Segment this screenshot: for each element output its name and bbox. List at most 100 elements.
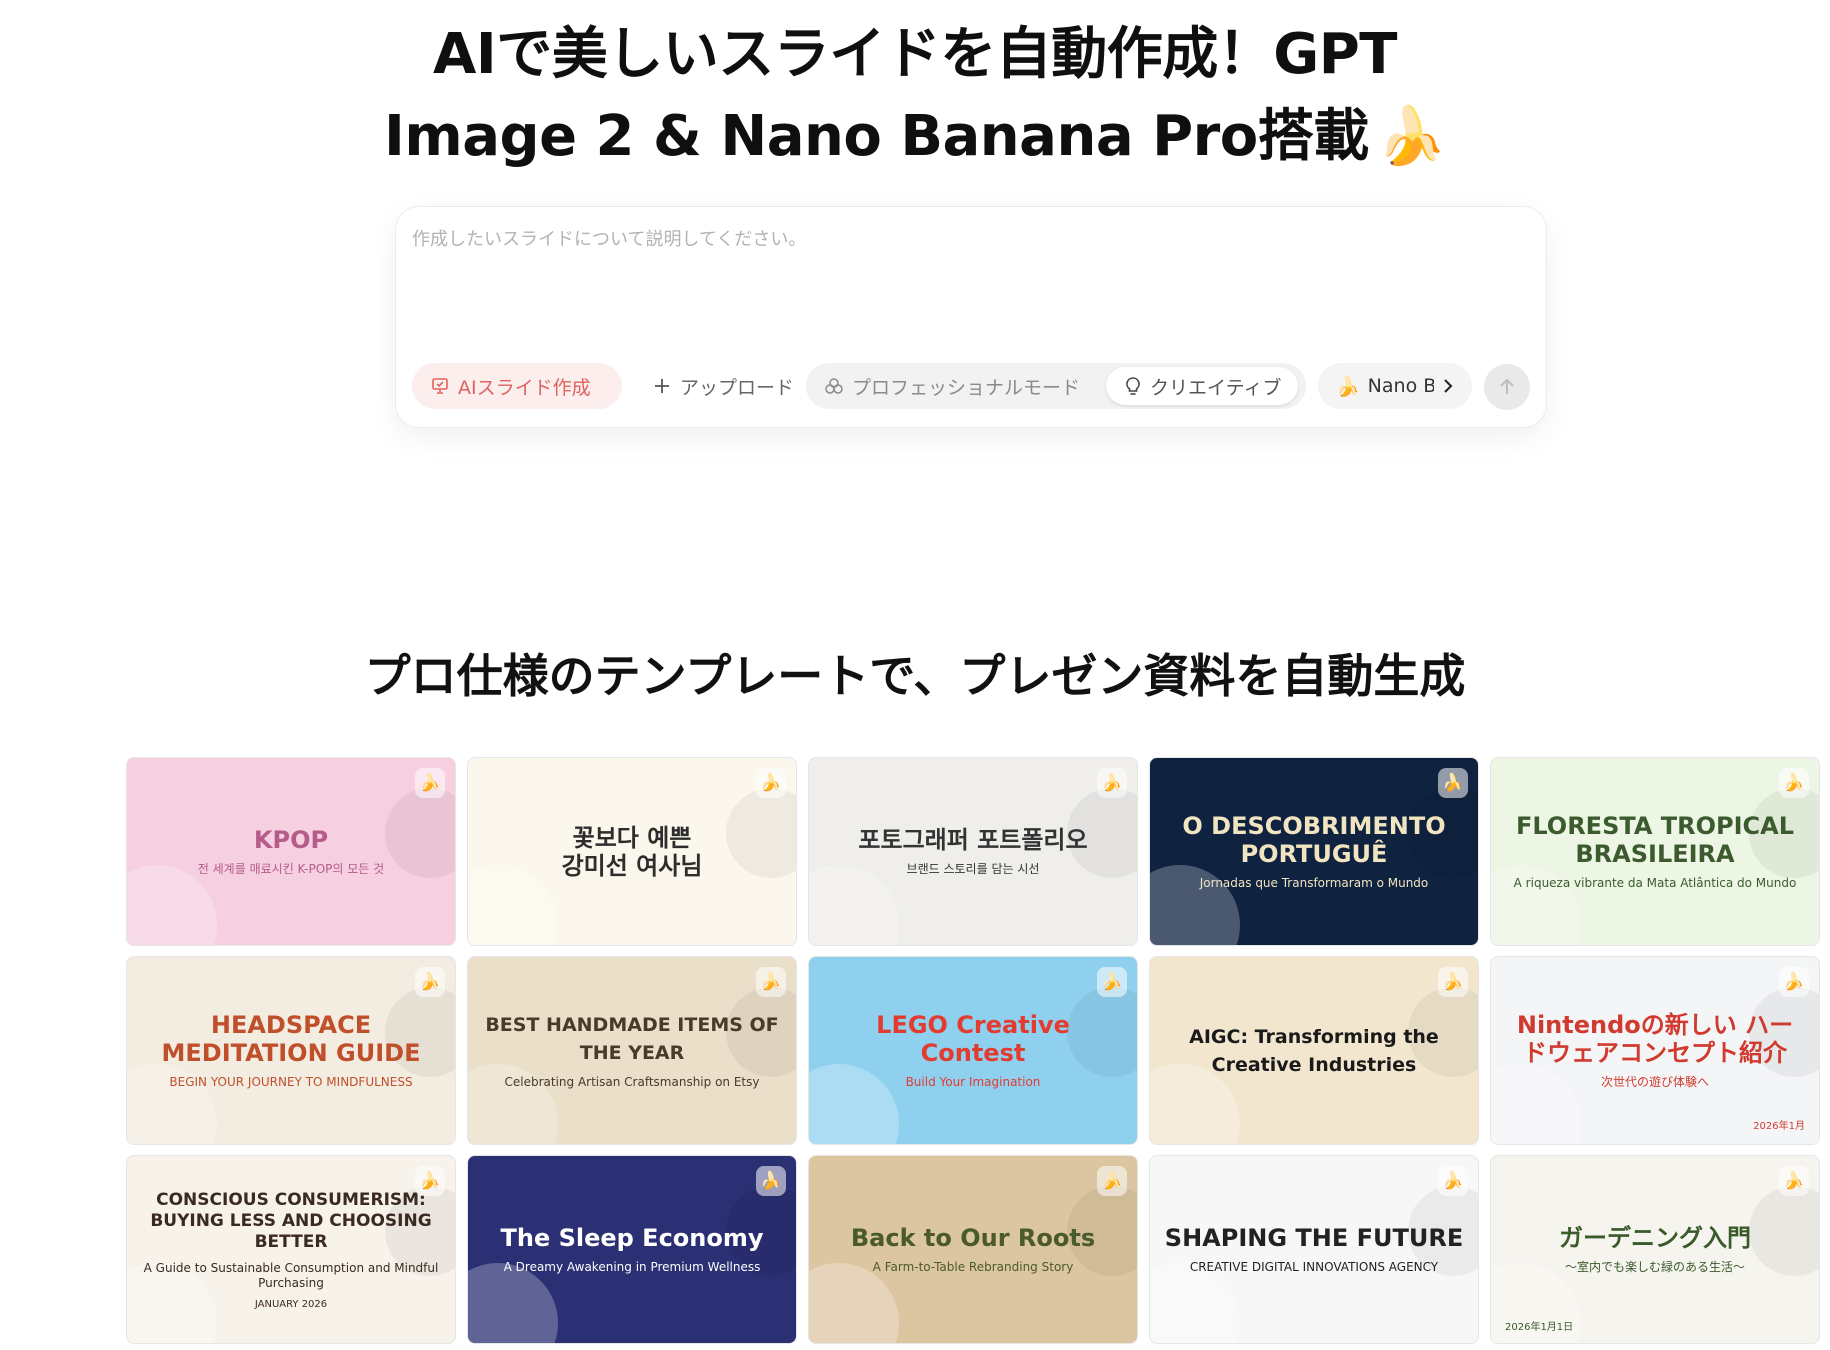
banana-badge-icon: 🍌 (415, 768, 445, 798)
plus-icon (652, 376, 672, 396)
template-card-subtitle: 전 세계를 매료시킨 K-POP의 모든 것 (197, 862, 385, 876)
template-card-subtitle: 브랜드 스토리를 담는 시선 (906, 862, 1040, 876)
prompt-toolbar: AIスライド作成 アップロード プロフェッショナルモード クリエイティブ 🍌 N… (412, 363, 1532, 411)
template-card-title: The Sleep Economy (500, 1224, 764, 1252)
template-card-title: O DESCOBRIMENTO PORTUGUÊ (1182, 812, 1446, 868)
professional-mode-option[interactable]: プロフェッショナルモード (806, 363, 1106, 409)
template-card[interactable]: KPOP 전 세계를 매료시킨 K-POP의 모든 것 🍌 (126, 757, 456, 946)
template-card[interactable]: SHAPING THE FUTURE CREATIVE DIGITAL INNOV… (1149, 1155, 1479, 1344)
template-card[interactable]: LEGO Creative Contest Build Your Imaginat… (808, 956, 1138, 1145)
template-card[interactable]: FLORESTA TROPICAL BRASILEIRA A riqueza vi… (1490, 757, 1820, 946)
banana-badge-icon: 🍌 (1097, 1166, 1127, 1196)
banana-badge-icon: 🍌 (756, 1166, 786, 1196)
template-card-title: AIGC: Transforming the Creative Industri… (1189, 1025, 1439, 1076)
sparkle-cluster-icon (824, 376, 844, 396)
model-banana-icon: 🍌 (1336, 375, 1360, 398)
prompt-input[interactable] (412, 225, 1522, 335)
template-card[interactable]: ガーデニング入門〜室内でも楽しむ緑のある生活〜 2026年1月1日 🍌 (1490, 1155, 1820, 1344)
template-card-subtitle: A Dreamy Awakening in Premium Wellness (503, 1260, 761, 1274)
template-card-title: SHAPING THE FUTURE (1164, 1224, 1464, 1252)
upload-button[interactable]: アップロード (634, 363, 794, 409)
prompt-card: AIスライド作成 アップロード プロフェッショナルモード (395, 206, 1547, 428)
template-card-title: Nintendoの新しい ハードウェアコンセプト紹介 (1516, 1011, 1794, 1067)
banana-badge-icon: 🍌 (1779, 967, 1809, 997)
banana-icon: 🍌 (1376, 104, 1447, 169)
creative-mode-label: クリエイティブ (1150, 376, 1282, 399)
mode-toggle: プロフェッショナルモード クリエイティブ (806, 363, 1306, 409)
card-decoration (127, 865, 217, 945)
card-decoration (809, 865, 899, 945)
model-selector[interactable]: 🍌 Nano Banana Pro (1318, 363, 1472, 409)
card-decoration (809, 1064, 899, 1144)
template-card-title: ガーデニング入門 (1559, 1224, 1751, 1252)
template-card-date: JANUARY 2026 (254, 1298, 328, 1310)
banana-badge-icon: 🍌 (1097, 967, 1127, 997)
template-card[interactable]: AIGC: Transforming the Creative Industri… (1149, 956, 1479, 1145)
ai-slide-create-button[interactable]: AIスライド作成 (412, 363, 622, 409)
card-decoration (726, 788, 796, 878)
template-card[interactable]: Back to Our Roots A Farm-to-Table Rebrand… (808, 1155, 1138, 1344)
template-card-title: Back to Our Roots (850, 1224, 1096, 1252)
lightbulb-icon (1124, 376, 1142, 396)
creative-mode-option[interactable]: クリエイティブ (1106, 367, 1298, 405)
banana-badge-icon: 🍌 (756, 967, 786, 997)
card-decoration (385, 788, 455, 878)
template-card-title: BEST HANDMADE ITEMS OF THE YEAR (485, 1014, 779, 1064)
card-decoration (809, 1263, 899, 1343)
template-card-title: 포토그래퍼 포트폴리오 (858, 826, 1088, 854)
banana-badge-icon: 🍌 (756, 768, 786, 798)
template-card-title: CONSCIOUS CONSUMERISM: BUYING LESS AND C… (150, 1189, 432, 1252)
arrow-up-icon (1498, 377, 1516, 397)
template-card-date: 2026年1月1日 (1505, 1322, 1574, 1333)
template-card-subtitle: 〜室内でも楽しむ緑のある生活〜 (1564, 1260, 1745, 1274)
template-card[interactable]: The Sleep Economy A Dreamy Awakening in P… (467, 1155, 797, 1344)
banana-badge-icon: 🍌 (415, 1166, 445, 1196)
ai-slide-create-label: AIスライド作成 (458, 376, 591, 399)
template-card-subtitle: A Farm-to-Table Rebranding Story (872, 1260, 1074, 1274)
template-card-title: HEADSPACE MEDITATION GUIDE (161, 1011, 421, 1067)
template-card-subtitle: BEGIN YOUR JOURNEY TO MINDFULNESS (169, 1075, 413, 1089)
template-card-subtitle: 次世代の遊び体験へ (1600, 1075, 1709, 1089)
banana-badge-icon: 🍌 (415, 967, 445, 997)
banana-badge-icon: 🍌 (1438, 967, 1468, 997)
upload-label: アップロード (680, 376, 794, 399)
template-card-title: FLORESTA TROPICAL BRASILEIRA (1515, 812, 1795, 868)
banana-badge-icon: 🍌 (1097, 768, 1127, 798)
template-card[interactable]: 꽃보다 예쁜 강미선 여사님 🍌 (467, 757, 797, 946)
hero-title-line-2: Image 2 & Nano Banana Pro搭載 🍌 (0, 96, 1830, 178)
banana-badge-icon: 🍌 (1779, 1166, 1809, 1196)
banana-badge-icon: 🍌 (1438, 768, 1468, 798)
template-card-subtitle: Jornadas que Transformaram o Mundo (1199, 876, 1429, 890)
send-button[interactable] (1484, 364, 1530, 410)
template-card-title: KPOP (253, 826, 329, 854)
template-card-subtitle: CREATIVE DIGITAL INNOVATIONS AGENCY (1189, 1260, 1439, 1274)
hero-title: AIで美しいスライドを自動作成！GPT Image 2 & Nano Banan… (0, 14, 1830, 178)
template-card-date: 2026年1月 (1753, 1121, 1805, 1132)
hero-title-line-2-text: Image 2 & Nano Banana Pro搭載 (384, 104, 1369, 169)
presentation-icon (430, 376, 450, 396)
template-grid: KPOP 전 세계를 매료시킨 K-POP의 모든 것 🍌 꽃보다 예쁜 강미선 여사… (126, 757, 1820, 1344)
template-card-title: LEGO Creative Contest (876, 1011, 1070, 1067)
template-card-subtitle: A Guide to Sustainable Consumption and M… (143, 1260, 439, 1290)
card-decoration (1491, 1064, 1581, 1144)
card-decoration (1150, 1263, 1240, 1343)
template-card[interactable]: Nintendoの新しい ハードウェアコンセプト紹介次世代の遊び体験へ 2026年… (1490, 956, 1820, 1145)
template-card-subtitle: Build Your Imagination (905, 1075, 1041, 1089)
banana-badge-icon: 🍌 (1779, 768, 1809, 798)
professional-mode-label: プロフェッショナルモード (852, 376, 1081, 399)
template-card-subtitle: A riqueza vibrante da Mata Atlântica do … (1513, 876, 1797, 890)
template-card[interactable]: CONSCIOUS CONSUMERISM: BUYING LESS AND C… (126, 1155, 456, 1344)
template-card-subtitle: Celebrating Artisan Craftsmanship on Ets… (504, 1075, 760, 1089)
template-card[interactable]: BEST HANDMADE ITEMS OF THE YEAR Celebrati… (467, 956, 797, 1145)
card-decoration (1749, 1186, 1819, 1276)
section-title: プロ仕様のテンプレートで、プレゼン資料を自動生成 (364, 649, 1466, 703)
template-card[interactable]: O DESCOBRIMENTO PORTUGUÊ Jornadas que Tra… (1149, 757, 1479, 946)
banana-badge-icon: 🍌 (1438, 1166, 1468, 1196)
template-card[interactable]: HEADSPACE MEDITATION GUIDE BEGIN YOUR JOU… (126, 956, 456, 1145)
card-decoration (468, 865, 558, 945)
template-card[interactable]: 포토그래퍼 포트폴리오브랜드 스토리를 담는 시선 🍌 (808, 757, 1138, 946)
chevron-right-icon (1442, 378, 1454, 394)
template-card-title: 꽃보다 예쁜 강미선 여사님 (561, 823, 703, 880)
model-label: Nano Banana Pro (1367, 375, 1434, 397)
hero-title-line-1: AIで美しいスライドを自動作成！GPT (433, 22, 1397, 87)
